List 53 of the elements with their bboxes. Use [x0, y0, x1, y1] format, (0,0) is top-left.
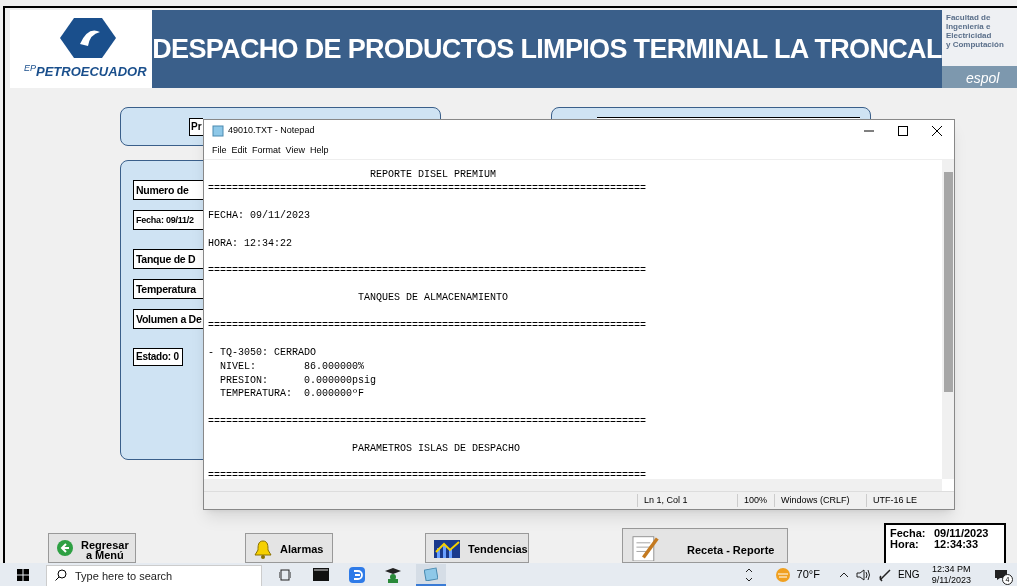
windows-logo-icon: [17, 568, 29, 581]
university-name: espol: [966, 69, 1000, 88]
form-field: Numero de: [133, 180, 203, 200]
toolbar-button[interactable]: Tendencias: [425, 533, 529, 563]
status-bar-text: UTF-16 LE: [866, 493, 946, 508]
document-pen-icon: [631, 535, 661, 561]
company-name: PETROECUADOR: [36, 64, 147, 79]
weather-temperature: 70°F: [796, 567, 820, 583]
bar-chart-icon: [434, 540, 460, 558]
faculty-text: Electricidad: [946, 31, 993, 40]
maximize-icon: [898, 126, 908, 136]
form-field: Fecha: 09/11/2: [133, 210, 203, 230]
speaker-icon: [855, 568, 872, 581]
menu-item[interactable]: File: [210, 143, 229, 158]
notepad-icon: [212, 125, 224, 137]
menu-item[interactable]: Help: [307, 143, 331, 158]
toolbar-button[interactable]: Receta - Reporte: [622, 528, 788, 563]
toolbar-button[interactable]: Alarmas: [245, 533, 333, 563]
faculty-text: Facultad de Ingeniería e: [946, 13, 992, 31]
logo-icon: [60, 18, 116, 58]
menu-item[interactable]: Format: [250, 143, 283, 158]
menu-item[interactable]: View: [283, 143, 307, 158]
form-field: Temperatura: [133, 279, 203, 299]
notepad-taskbar-icon[interactable]: [416, 563, 446, 586]
back-arrow-icon: [57, 540, 73, 556]
search-icon: [55, 569, 67, 581]
scrollbar-thumb[interactable]: [943, 172, 953, 392]
window-title: 49010.TXT - Notepad: [228, 124, 315, 138]
info-value: 09/11/2023: [934, 528, 989, 539]
menu-item[interactable]: Edit: [229, 143, 250, 158]
weather-sun-icon: [774, 566, 791, 583]
horizontal-scrollbar[interactable]: [204, 479, 942, 491]
status-bar-text: Windows (CRLF): [774, 493, 866, 508]
product-field: Pr: [189, 118, 203, 136]
page-title: DESPACHO DE PRODUCTOS LIMPIOS TERMINAL LA TRONCAL: [152, 32, 942, 66]
search-field[interactable]: Type here to search: [46, 564, 262, 586]
close-icon: [932, 126, 942, 136]
company-prefix: EP: [24, 63, 36, 73]
toolbar-button[interactable]: Regresar a Menú: [48, 533, 136, 563]
status-bar-text: 100%: [737, 493, 774, 508]
status-bar-text: Ln 1, Col 1: [637, 493, 737, 508]
faculty-text: y Computación: [946, 40, 1005, 49]
language-indicator[interactable]: ENG: [897, 567, 920, 582]
document-text: REPORTE DISEL PREMIUM ========================================================================= FECHA: 09/11/2023 HORA: 12:34:22 ========================================================================= TANQUES DE ALMACENAMIENTO ========================================================================= - TQ-3050: CERRADO NIVEL: 86.000000% PRESION: 0.000000psig TEMPERATURA: 0.000000ºF ========================================================================= PARAMETROS ISLAS DE DESPACHO =========================================================================: [207, 168, 648, 479]
form-field: Volumen a De: [133, 309, 203, 329]
chevron-up-icon[interactable]: [837, 571, 850, 578]
vertical-scrollbar[interactable]: [942, 160, 954, 479]
info-label: Hora:: [890, 539, 920, 550]
form-field: Estado: 0: [133, 348, 183, 366]
info-value: 12:34:33: [934, 539, 979, 550]
bell-icon: [254, 540, 272, 560]
taskbar-clock[interactable]: 12:34 PM 9/11/2023: [931, 563, 971, 586]
form-field: Tanque de D: [133, 249, 203, 269]
